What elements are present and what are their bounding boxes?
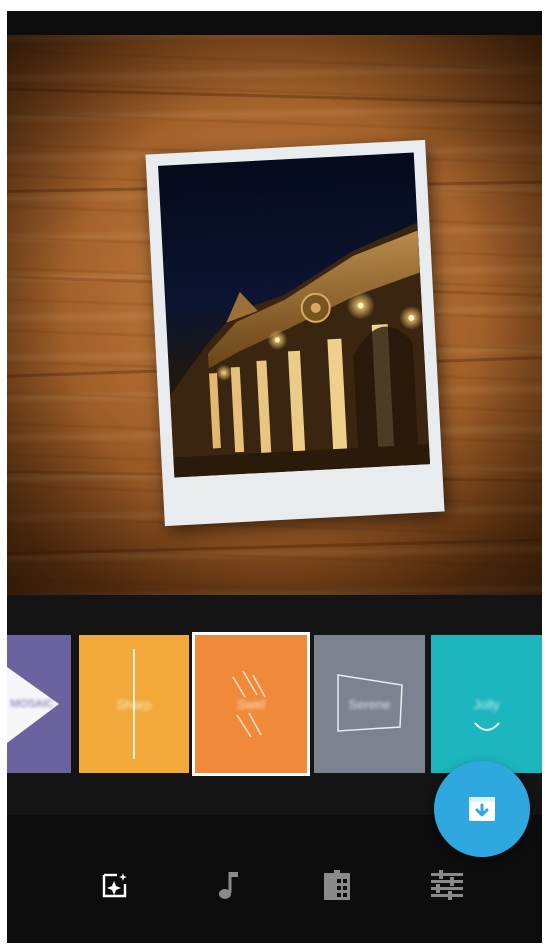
adjust-tab[interactable] bbox=[429, 867, 465, 903]
filter-label: Serene bbox=[348, 696, 391, 712]
download-box-icon bbox=[469, 797, 495, 821]
theme-sparkle-icon bbox=[102, 873, 127, 898]
wood-grain bbox=[7, 86, 542, 107]
film-clip-icon bbox=[324, 870, 350, 900]
filter-label: Jolly bbox=[473, 696, 500, 712]
polaroid-frame bbox=[145, 139, 445, 527]
video-preview[interactable] bbox=[7, 35, 542, 595]
filter-serene[interactable]: Serene bbox=[314, 635, 425, 773]
filter-swirl[interactable]: Swirl bbox=[192, 632, 310, 776]
filter-label: Sharp bbox=[116, 696, 152, 712]
filter-label: Swirl bbox=[236, 696, 266, 712]
music-note-icon bbox=[219, 872, 238, 899]
clip-tab[interactable] bbox=[319, 867, 355, 903]
adjust-sliders-icon bbox=[431, 870, 463, 900]
building-photo bbox=[158, 152, 431, 478]
phone-screen: MOSAIC Sharp Swirl Serene Jolly bbox=[7, 11, 542, 943]
theme-tab[interactable] bbox=[97, 867, 133, 903]
filter-jolly[interactable]: Jolly bbox=[431, 635, 542, 773]
save-export-button[interactable] bbox=[434, 761, 530, 857]
filter-sharp[interactable]: Sharp bbox=[79, 635, 189, 773]
filter-label: MOSAIC bbox=[10, 698, 54, 710]
wood-grain bbox=[7, 536, 542, 557]
music-tab[interactable] bbox=[212, 867, 248, 903]
filter-mosaic[interactable]: MOSAIC bbox=[7, 635, 71, 773]
status-bar bbox=[7, 11, 542, 35]
